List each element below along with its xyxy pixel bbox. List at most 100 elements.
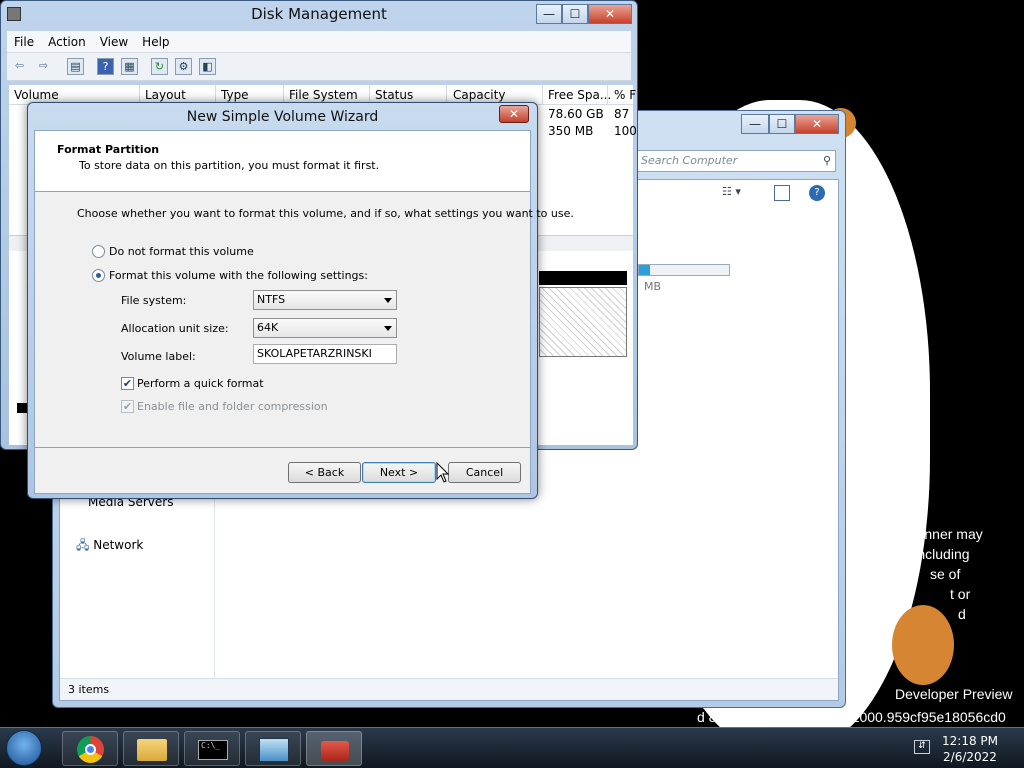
radio-no-format-label[interactable]: Do not format this volume xyxy=(109,245,254,258)
watermark-line-2: e in any manner may xyxy=(852,526,983,542)
explorer-statusbar: 3 items xyxy=(60,678,838,700)
column-status[interactable]: Status xyxy=(375,88,413,102)
menu-view[interactable]: View xyxy=(93,31,135,53)
next-button[interactable]: Next > xyxy=(362,462,436,483)
watermark-line-6: d xyxy=(958,606,966,622)
disk-graphic-partition[interactable] xyxy=(539,287,627,357)
column-layout[interactable]: Layout xyxy=(145,88,186,102)
taskbar: C:\_ ⇵ 12:18 PM 2/6/2022 xyxy=(0,727,1024,768)
compression-label: Enable file and folder compression xyxy=(137,400,328,413)
wizard-header: Format Partition To store data on this p… xyxy=(35,131,530,192)
search-placeholder: Search Computer xyxy=(641,154,738,167)
drive-free-text: MB xyxy=(644,280,662,293)
preview-pane-icon[interactable] xyxy=(774,185,790,201)
chrome-icon xyxy=(77,736,104,763)
cancel-button[interactable]: Cancel xyxy=(448,462,521,483)
radio-format[interactable] xyxy=(92,269,105,282)
wizard-body: Format Partition To store data on this p… xyxy=(34,130,574,494)
row-free-space: 78.60 GB xyxy=(548,107,604,121)
nav-item-network[interactable]: 🖧 Network xyxy=(76,536,143,557)
quick-format-checkbox[interactable]: ✔ xyxy=(121,377,134,390)
clock-time: 12:18 PM xyxy=(942,734,998,748)
clock[interactable]: 12:18 PM 2/6/2022 xyxy=(942,733,998,765)
settings-icon[interactable]: ⚙ xyxy=(175,58,192,75)
watermark-line-1: fidential xyxy=(852,506,906,522)
column-percent-free[interactable]: % F xyxy=(614,88,636,102)
new-simple-volume-wizard: New Simple Volume Wizard ✕ Format Partit… xyxy=(27,102,574,499)
dm-minimize-button[interactable]: — xyxy=(536,4,562,24)
compression-checkbox: ✔ xyxy=(121,400,134,413)
help-icon[interactable]: ? xyxy=(809,185,825,201)
wizard-title: New Simple Volume Wizard xyxy=(186,109,379,125)
wallpaper-cat-patch xyxy=(892,605,954,685)
radio-no-format[interactable] xyxy=(92,245,105,258)
toolbox-icon xyxy=(321,741,349,761)
taskbar-command-prompt[interactable]: C:\_ xyxy=(184,731,240,766)
menu-bar: File Action View Help xyxy=(7,31,631,53)
clock-date: 2/6/2022 xyxy=(943,750,997,764)
back-arrow-icon[interactable]: ⇦ xyxy=(11,58,28,75)
mouse-cursor-icon xyxy=(436,462,450,483)
menu-file[interactable]: File xyxy=(7,31,41,53)
row-percent: 100 xyxy=(614,124,637,138)
column-capacity[interactable]: Capacity xyxy=(453,88,505,102)
explorer-maximize-button[interactable]: ☐ xyxy=(769,114,795,134)
legend-black-swatch xyxy=(17,403,27,413)
disk-graphic-header xyxy=(539,271,627,285)
file-system-select[interactable]: NTFS xyxy=(253,290,397,310)
watermark-line-4: se of xyxy=(930,566,961,582)
watermark-line-3: and including xyxy=(887,546,970,562)
start-orb-icon[interactable] xyxy=(6,730,42,766)
page-title: Format Partition xyxy=(57,143,160,156)
dm-maximize-button[interactable]: ☐ xyxy=(562,4,588,24)
footer-divider xyxy=(35,447,530,448)
watermark-line-5: t or xyxy=(950,586,971,602)
volume-label-input[interactable]: SKOLAPETARZRINSKI xyxy=(253,344,397,364)
column-type[interactable]: Type xyxy=(221,88,249,102)
view-options-icon[interactable]: ☷ ▾ xyxy=(722,185,752,201)
instruction-text: Choose whether you want to format this v… xyxy=(77,207,574,220)
chevron-down-icon xyxy=(384,298,392,303)
wizard-close-button[interactable]: ✕ xyxy=(499,105,529,123)
control-panel-icon xyxy=(259,738,289,762)
help-book-icon[interactable]: ? xyxy=(97,58,114,75)
volume-label-label: Volume label: xyxy=(121,350,196,363)
taskbar-control-panel[interactable] xyxy=(245,731,301,766)
radio-format-label[interactable]: Format this volume with the following se… xyxy=(109,269,368,282)
search-input[interactable]: Search Computer ⚲ xyxy=(636,150,836,172)
network-icon: 🖧 xyxy=(76,538,90,552)
search-icon[interactable]: ⚲ xyxy=(823,151,831,171)
nav-item-label: Network xyxy=(93,538,144,552)
disk-icon[interactable]: ◧ xyxy=(199,58,216,75)
taskbar-chrome[interactable] xyxy=(62,731,118,766)
row-percent: 87 xyxy=(614,107,630,121)
folder-icon xyxy=(137,739,167,761)
menu-action[interactable]: Action xyxy=(41,31,93,53)
file-system-value: NTFS xyxy=(257,293,286,306)
column-free-space[interactable]: Free Spa... xyxy=(548,88,611,102)
drive-capacity-bar xyxy=(638,264,730,276)
menu-help[interactable]: Help xyxy=(135,31,176,53)
allocation-unit-select[interactable]: 64K xyxy=(253,318,397,338)
item-count: 3 items xyxy=(68,683,110,696)
forward-arrow-icon[interactable]: ⇨ xyxy=(35,58,52,75)
network-tray-icon[interactable]: ⇵ xyxy=(914,740,930,754)
back-button[interactable]: < Back xyxy=(288,462,361,483)
taskbar-toolbox[interactable] xyxy=(306,731,362,766)
command-prompt-icon: C:\_ xyxy=(198,740,228,760)
file-system-label: File system: xyxy=(121,294,187,307)
properties-icon[interactable]: ▦ xyxy=(121,58,138,75)
allocation-unit-value: 64K xyxy=(257,321,279,334)
column-volume[interactable]: Volume xyxy=(14,88,59,102)
explorer-minimize-button[interactable]: — xyxy=(741,114,769,134)
dm-close-button[interactable]: ✕ xyxy=(588,4,632,24)
taskbar-file-explorer[interactable] xyxy=(123,731,179,766)
column-file-system[interactable]: File System xyxy=(289,88,358,102)
volume-label-value: SKOLAPETARZRINSKI xyxy=(257,347,372,360)
watermark-build-string: d 8064.fbl_eeap.110806-1000.959cf95e1805… xyxy=(697,709,1006,725)
explorer-close-button[interactable]: ✕ xyxy=(795,114,839,134)
quick-format-label[interactable]: Perform a quick format xyxy=(137,377,264,390)
chevron-down-icon xyxy=(384,326,392,331)
refresh-icon[interactable]: ↻ xyxy=(151,58,168,75)
show-hide-tree-icon[interactable]: ▤ xyxy=(67,58,84,75)
